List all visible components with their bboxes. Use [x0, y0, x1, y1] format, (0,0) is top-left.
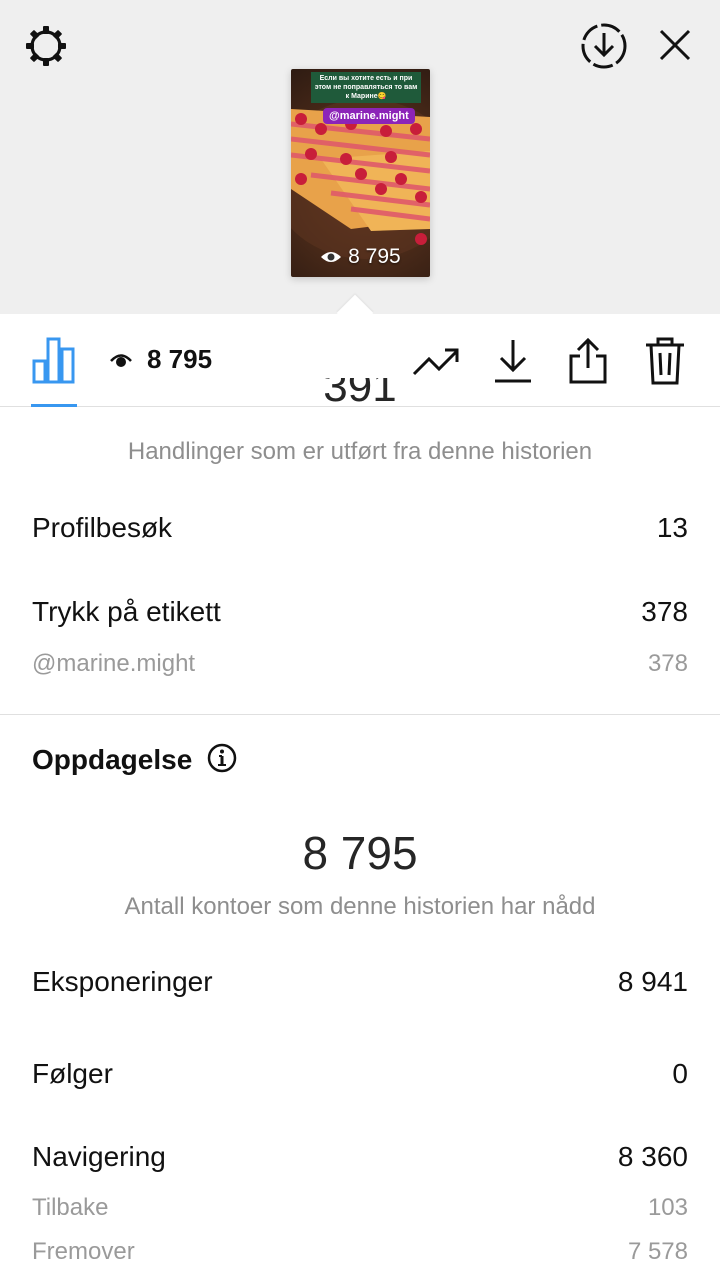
reach-description: Antall kontoer som denne historien har n… [124, 893, 596, 920]
toolbar-views-count: 8 795 [147, 344, 213, 374]
gear-icon [26, 26, 66, 66]
back-label: Tilbake [32, 1194, 109, 1221]
discovery-title: Oppdagelse [32, 742, 238, 776]
mention-sticker-label: @marine.might [32, 650, 196, 677]
profile-visits-label: Profilbesøk [32, 512, 173, 543]
follows-value: 0 [672, 1058, 688, 1089]
trending-up-icon [412, 348, 459, 376]
interactions-total-value: 391 [323, 378, 397, 408]
forward-label: Fremover [32, 1238, 135, 1265]
story-mention-tag: @marine.might [323, 108, 415, 124]
discovery-title-text: Oppdagelse [32, 744, 193, 775]
info-icon[interactable] [206, 742, 238, 774]
interactions-description: Handlinger som er utført fra denne histo… [127, 438, 593, 465]
back-value: 103 [647, 1194, 688, 1221]
story-thumbnail[interactable]: Если вы хотите есть и при этом не поправ… [291, 69, 430, 277]
profile-visits-value: 13 [656, 512, 688, 543]
sticker-taps-value: 378 [641, 596, 688, 627]
navigation-value: 8 360 [617, 1141, 688, 1172]
close-icon [659, 29, 691, 61]
sticker-taps-label: Trykk på etikett [32, 596, 221, 627]
section-divider [0, 714, 720, 715]
interactions-total: 391 [0, 378, 720, 408]
story-preview-area: Если вы хотите есть и при этом не поправ… [0, 0, 720, 314]
story-caption: Если вы хотите есть и при этом не поправ… [311, 72, 421, 103]
navigation-label: Navigering [32, 1141, 166, 1172]
impressions-value: 8 941 [617, 966, 688, 997]
close-button[interactable] [650, 20, 700, 70]
settings-button[interactable] [20, 20, 72, 72]
story-views: 8 795 [291, 245, 430, 269]
forward-value: 7 578 [627, 1238, 688, 1265]
impressions-label: Eksponeringer [32, 966, 213, 997]
follows-label: Følger [32, 1058, 113, 1089]
save-story-button[interactable] [578, 20, 630, 72]
views-tab[interactable] [106, 346, 136, 376]
story-views-count: 8 795 [348, 245, 401, 268]
mention-sticker-value: 378 [647, 650, 688, 677]
download-circle-icon [581, 23, 627, 69]
eye-icon [321, 252, 342, 263]
reach-count: 8 795 [302, 827, 418, 879]
eye-icon [110, 354, 132, 367]
